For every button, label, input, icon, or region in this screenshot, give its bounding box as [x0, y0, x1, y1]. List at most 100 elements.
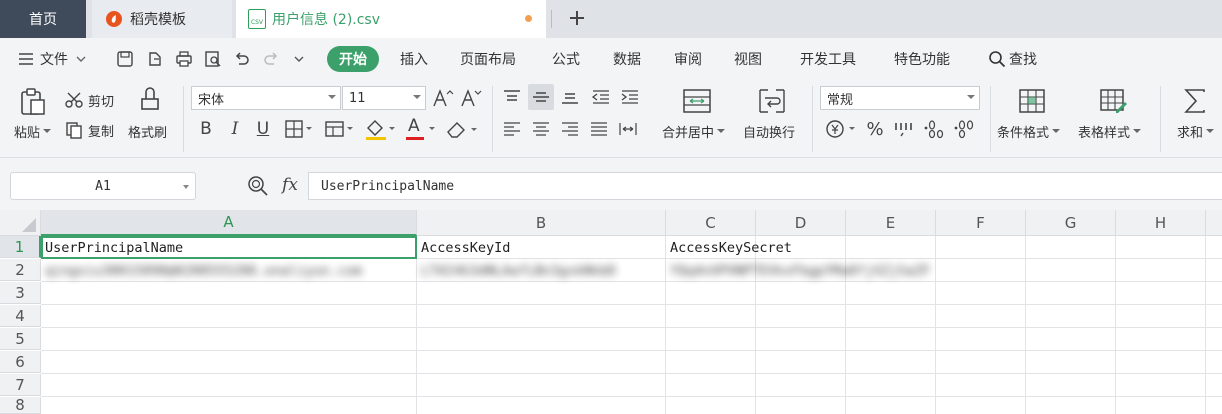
column-header-c[interactable]: C: [666, 210, 756, 236]
save-button[interactable]: [116, 38, 134, 80]
sum-menu[interactable]: 求和: [1177, 122, 1215, 141]
cut-button[interactable]: 剪切: [64, 90, 114, 110]
column-header-a[interactable]: A: [41, 210, 417, 236]
paste-button[interactable]: [16, 86, 50, 118]
column-header-g[interactable]: G: [1026, 210, 1116, 236]
name-box-value: A1: [95, 178, 111, 194]
formula-input[interactable]: UserPrincipalName: [308, 172, 1222, 200]
chevron-down-icon: [43, 129, 52, 133]
format-painter-label: 格式刷: [128, 125, 168, 141]
tab-docer[interactable]: 稻壳模板: [92, 0, 232, 38]
print-button[interactable]: [175, 38, 193, 80]
select-all-corner[interactable]: [0, 210, 41, 236]
cell-c2[interactable]: YQq4nXPVNPTEVkxFbgpYMa8fjXZjSaZF: [666, 260, 956, 282]
align-center-button[interactable]: [529, 118, 553, 140]
print-icon: [176, 51, 192, 67]
distribute-button[interactable]: [616, 118, 640, 140]
row-header-3[interactable]: 3: [0, 282, 41, 304]
italic-button[interactable]: I: [225, 118, 245, 140]
increase-font-button[interactable]: [432, 86, 454, 110]
file-menu[interactable]: 文件: [18, 38, 86, 80]
menu-tab-features[interactable]: 特色功能: [894, 38, 950, 80]
row-header-8[interactable]: 8: [0, 396, 41, 414]
borders-button[interactable]: [283, 118, 317, 140]
name-box[interactable]: A1: [10, 172, 196, 200]
font-color-button[interactable]: A: [404, 116, 438, 142]
align-bottom-button[interactable]: [558, 86, 582, 108]
row-header-2[interactable]: 2: [0, 259, 41, 281]
row-header-6[interactable]: 6: [0, 351, 41, 373]
clear-format-button[interactable]: [444, 116, 480, 142]
conditional-format-menu[interactable]: 条件格式: [997, 122, 1061, 141]
cell-b2[interactable]: LTAI4G3dNLAafLBn3gxkNkbD: [417, 260, 666, 282]
sum-button[interactable]: [1180, 86, 1210, 116]
menu-tab-developer[interactable]: 开发工具: [800, 38, 856, 80]
table-style-menu[interactable]: 表格样式: [1078, 122, 1142, 141]
zoom-formula-button[interactable]: [246, 174, 270, 198]
merge-center-button[interactable]: [680, 86, 714, 116]
cell-a2[interactable]: qingxiu38015898@0288555288.onaliyun.com: [41, 260, 417, 282]
cell-c1[interactable]: AccessKeySecret: [666, 237, 846, 259]
row-header-5[interactable]: 5: [0, 328, 41, 350]
new-tab-plus-icon[interactable]: [562, 3, 592, 33]
gridline: [1115, 236, 1116, 414]
decrease-indent-button[interactable]: [589, 86, 613, 108]
search-icon: [989, 51, 1006, 68]
menu-tab-data[interactable]: 数据: [613, 38, 641, 80]
percent-button[interactable]: %: [864, 118, 886, 140]
menu-tab-insert[interactable]: 插入: [400, 38, 428, 80]
fill-color-button[interactable]: [363, 116, 399, 142]
menu-tab-review[interactable]: 审阅: [674, 38, 702, 80]
save-icon: [117, 51, 133, 67]
row-header-1[interactable]: 1: [0, 236, 41, 258]
row-header-4[interactable]: 4: [0, 305, 41, 327]
menu-tab-page-layout[interactable]: 页面布局: [460, 38, 516, 80]
merge-center-menu[interactable]: 合并居中: [662, 122, 726, 141]
justify-button[interactable]: [587, 118, 611, 140]
menu-tab-view[interactable]: 视图: [734, 38, 762, 80]
decrease-decimal-button[interactable]: [952, 118, 978, 140]
currency-button[interactable]: [824, 118, 858, 140]
quick-access-dropdown[interactable]: [293, 38, 305, 80]
copy-button[interactable]: 复制: [64, 120, 114, 140]
align-left-button[interactable]: [500, 118, 524, 140]
thousands-separator-button[interactable]: [892, 118, 916, 140]
undo-button[interactable]: [233, 38, 251, 80]
column-header-e[interactable]: E: [846, 210, 936, 236]
font-name-select[interactable]: 宋体: [191, 86, 341, 110]
column-header-d[interactable]: D: [756, 210, 846, 236]
font-size-value: 11: [349, 90, 366, 106]
align-top-button[interactable]: [500, 86, 524, 108]
table-style-button[interactable]: [1096, 86, 1130, 116]
row-header-7[interactable]: 7: [0, 374, 41, 396]
column-header-f[interactable]: F: [936, 210, 1026, 236]
tab-csv-file[interactable]: CSV 用户信息 (2).csv: [236, 0, 546, 38]
format-painter-button[interactable]: [136, 86, 164, 116]
column-header-i[interactable]: [1206, 210, 1222, 236]
tab-home[interactable]: 首页: [0, 0, 86, 38]
menu-tab-home[interactable]: 开始: [327, 46, 379, 72]
increase-decimal-button[interactable]: [922, 118, 948, 140]
menu-tab-formulas[interactable]: 公式: [552, 38, 580, 80]
column-header-h[interactable]: H: [1116, 210, 1206, 236]
align-middle-button[interactable]: [528, 84, 554, 110]
bold-button[interactable]: B: [196, 118, 216, 140]
redo-button[interactable]: [262, 38, 280, 80]
print-preview-button[interactable]: [204, 38, 222, 80]
align-right-button[interactable]: [558, 118, 582, 140]
conditional-format-button[interactable]: [1015, 86, 1049, 116]
increase-indent-button[interactable]: [618, 86, 642, 108]
wrap-text-button[interactable]: [755, 86, 789, 116]
column-header-b[interactable]: B: [417, 210, 666, 236]
cell-b1[interactable]: AccessKeyId: [417, 237, 666, 259]
cell-style-button[interactable]: [323, 118, 357, 140]
paste-menu[interactable]: 粘贴: [14, 122, 52, 141]
underline-button[interactable]: U: [253, 118, 273, 140]
decrease-font-button[interactable]: [460, 86, 482, 110]
clipboard-icon: [21, 88, 45, 115]
search-button[interactable]: 查找: [988, 38, 1037, 80]
insert-function-button[interactable]: fx: [278, 172, 302, 198]
number-format-select[interactable]: 常规: [820, 86, 980, 110]
font-size-select[interactable]: 11: [342, 86, 426, 110]
export-button[interactable]: [146, 38, 164, 80]
